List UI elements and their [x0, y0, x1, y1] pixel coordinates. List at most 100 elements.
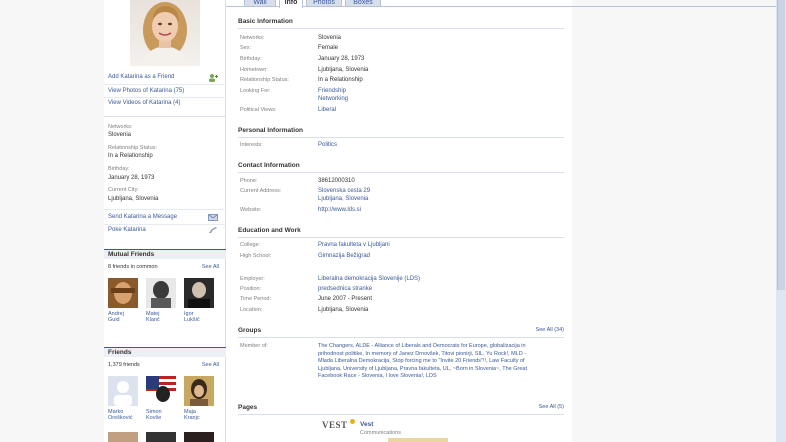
info-value: 38612000310: [318, 178, 355, 184]
info-key: Political Views:: [240, 107, 277, 113]
section-title-contact: Contact Information: [238, 162, 300, 169]
groups-list[interactable]: The Changers, ALDE - Alliance of Liberal…: [318, 343, 538, 381]
info-value: Female: [318, 45, 339, 51]
info-key: Hometown:: [240, 67, 268, 73]
info-value: January 28, 1973: [318, 56, 365, 62]
info-key: Website:: [240, 207, 262, 213]
divider: [104, 84, 226, 85]
page-category: Communications: [360, 430, 401, 436]
envelope-icon: [208, 214, 218, 223]
page-logo[interactable]: VEST: [322, 420, 348, 430]
section-divider: [238, 414, 564, 415]
tab-wall[interactable]: Wall: [244, 0, 276, 7]
friends-header[interactable]: Friends: [104, 347, 226, 357]
current-city-label: Current City:: [108, 187, 139, 193]
friend-name[interactable]: Marko Orešković: [108, 409, 142, 421]
info-value-link[interactable]: Liberal: [318, 107, 336, 113]
poke-icon: [208, 226, 218, 236]
view-videos-link[interactable]: View Videos of Katarina (4): [108, 100, 181, 106]
info-key: Networks:: [240, 35, 265, 41]
friend-photo[interactable]: [108, 376, 138, 406]
mutual-friend-photo[interactable]: [108, 278, 138, 308]
info-key: Interests:: [240, 142, 263, 148]
section-title-education: Education and Work: [238, 227, 301, 234]
mutual-friend-photo[interactable]: [184, 278, 214, 308]
page-logo-dot: [350, 419, 355, 424]
mutual-friends-count[interactable]: 8 friends in common: [108, 264, 158, 270]
section-title-basic: Basic Information: [238, 18, 293, 25]
friends-see-all-link[interactable]: See All: [202, 362, 219, 368]
info-key: Time Period:: [240, 296, 271, 302]
website-link[interactable]: http://www.lds.si: [318, 207, 361, 213]
add-friend-link[interactable]: Add Katarina as a Friend: [108, 74, 174, 80]
tab-boxes[interactable]: Boxes: [345, 0, 381, 7]
info-value-link[interactable]: Networking: [318, 96, 348, 102]
divider: [104, 116, 226, 117]
section-divider: [238, 137, 564, 138]
page-background-right: [572, 0, 786, 442]
info-value: June 2007 - Present: [318, 296, 373, 302]
view-photos-link[interactable]: View Photos of Katarina (75): [108, 88, 184, 94]
info-value-link[interactable]: predsednica stranke: [318, 286, 372, 292]
info-value-link[interactable]: Pravna fakulteta v Ljubljani: [318, 242, 390, 248]
info-key: Sex:: [240, 45, 252, 51]
poke-link[interactable]: Poke Katarina: [108, 227, 146, 233]
friend-photo[interactable]: [184, 376, 214, 406]
page-name-link[interactable]: Vest: [360, 421, 373, 428]
info-key: Employer:: [240, 276, 265, 282]
info-value-link[interactable]: Politics: [318, 142, 337, 148]
info-value-link[interactable]: Ljubljana, Slovenia: [318, 196, 368, 202]
mutual-friend-photo[interactable]: [146, 278, 176, 308]
info-key: Current Address:: [240, 188, 282, 194]
networks-value: Slovenia: [108, 132, 132, 138]
groups-see-all-link[interactable]: See All (34): [536, 327, 564, 333]
send-message-link[interactable]: Send Katarina a Message: [108, 214, 177, 220]
section-divider: [238, 337, 564, 338]
info-value-link[interactable]: Friendship: [318, 88, 346, 94]
birthday-value: January 28, 1973: [108, 175, 155, 181]
mutual-friends-header[interactable]: Mutual Friends: [104, 249, 226, 259]
info-value: Ljubljana, Slovenia: [318, 307, 369, 313]
add-friend-icon: [208, 74, 218, 84]
page-background-left: [0, 0, 104, 442]
info-value-link[interactable]: Gimnazija Bežigrad: [318, 253, 370, 259]
birthday-label: Birthday:: [108, 166, 130, 172]
mutual-see-all-link[interactable]: See All: [202, 264, 219, 270]
friend-photo[interactable]: [184, 432, 214, 442]
info-value: Slovenia: [318, 35, 342, 41]
section-title-pages: Pages: [238, 404, 258, 411]
info-key: Member of:: [240, 343, 268, 349]
profile-photo[interactable]: [130, 0, 200, 66]
info-value-link[interactable]: Liberalna demokracija Slovenije (LDS): [318, 276, 420, 282]
scrollbar-thumb[interactable]: [777, 0, 785, 290]
info-key: Position:: [240, 286, 262, 292]
info-value: In a Relationship: [318, 77, 363, 83]
section-title-personal: Personal Information: [238, 127, 304, 134]
friends-count[interactable]: 1,379 friends: [108, 362, 140, 368]
divider: [104, 97, 226, 98]
info-key: College:: [240, 242, 261, 248]
left-sidebar: Add Katarina as a Friend View Photos of …: [104, 0, 226, 442]
mutual-friend-name[interactable]: Matej Klanč: [146, 311, 180, 323]
divider: [104, 224, 226, 225]
info-key: Looking For:: [240, 88, 271, 94]
info-key: High School:: [240, 253, 272, 259]
section-divider: [238, 172, 564, 173]
relationship-label: Relationship Status:: [108, 145, 157, 151]
pages-see-all-link[interactable]: See All (5): [539, 404, 564, 410]
relationship-value: In a Relationship: [108, 153, 153, 159]
section-divider: [238, 28, 564, 29]
tab-photos[interactable]: Photos: [306, 0, 342, 7]
networks-label: Networks:: [108, 124, 133, 130]
friend-photo[interactable]: [146, 376, 176, 406]
mutual-friend-name[interactable]: Andrej Guid: [108, 311, 142, 323]
tab-info[interactable]: Info: [279, 0, 303, 8]
friend-photo[interactable]: [108, 432, 138, 442]
info-value: Ljubljana, Slovenia: [318, 67, 369, 73]
mutual-friend-name[interactable]: Igor Lukšič: [184, 311, 218, 323]
info-key: Location:: [240, 307, 263, 313]
friend-photo[interactable]: [146, 432, 176, 442]
friend-name[interactable]: Maja Kranjc: [184, 409, 218, 421]
info-value-link[interactable]: Slovenska cesta 29: [318, 188, 370, 194]
friend-name[interactable]: Simon Kovše: [146, 409, 180, 421]
